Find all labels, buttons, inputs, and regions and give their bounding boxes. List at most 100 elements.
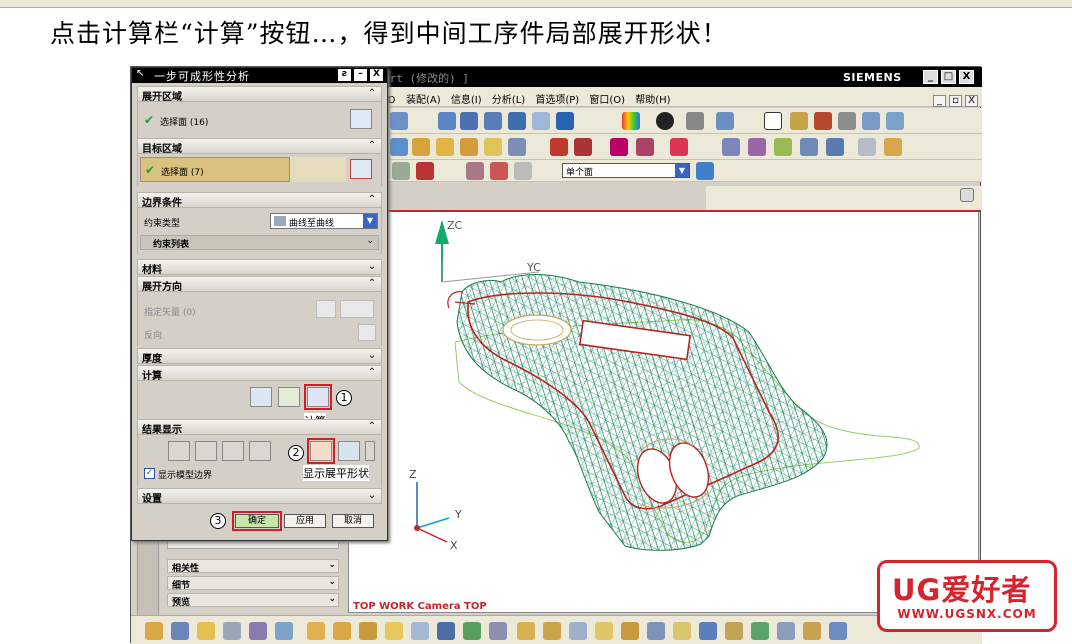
select-all-icon[interactable] — [416, 162, 434, 180]
vector-dialog-icon[interactable] — [316, 300, 336, 318]
toolbar-icon-11[interactable] — [411, 622, 429, 640]
sketch-icon[interactable] — [390, 138, 408, 156]
toolbar-icon-22[interactable] — [699, 622, 717, 640]
show-boundary-checkbox[interactable]: ✓ — [144, 468, 155, 479]
filter-icon[interactable] — [392, 162, 410, 180]
undo-icon[interactable] — [390, 112, 408, 130]
display-mode-icon[interactable] — [656, 112, 674, 130]
toolbar-icon-2[interactable] — [171, 622, 189, 640]
check-mesh-icon[interactable] — [278, 387, 300, 407]
line-icon[interactable] — [550, 138, 568, 156]
boolean-icon[interactable] — [508, 138, 526, 156]
toolbar-icon-1[interactable] — [145, 622, 163, 640]
vector-type-dropdown[interactable] — [340, 300, 374, 318]
panel-toggle-icon[interactable] — [960, 188, 974, 202]
maximize-button[interactable]: □ — [941, 70, 956, 84]
menu-item-assembly[interactable]: 装配(A) — [406, 91, 441, 106]
toolbar-icon-23[interactable] — [725, 622, 743, 640]
section-target-region[interactable]: 目标区域 ⌃ — [137, 138, 382, 155]
menu-item-analysis[interactable]: 分析(L) — [492, 91, 525, 106]
fit-view-icon[interactable] — [438, 112, 456, 130]
menu-item-help[interactable]: 帮助(H) — [635, 91, 670, 106]
mdi-close-button[interactable]: X — [965, 95, 978, 107]
dialog-close-button[interactable]: X — [370, 69, 383, 81]
stress-result-icon[interactable] — [222, 441, 244, 461]
offset-curve-icon[interactable] — [670, 138, 688, 156]
toolbar-icon-25[interactable] — [777, 622, 795, 640]
section-result-display[interactable]: 结果显示 ⌃ — [137, 419, 382, 436]
target-select-highlight[interactable]: ✔ 选择面 (7) — [140, 157, 290, 182]
face-select-icon[interactable] — [350, 109, 372, 129]
snap-icon[interactable] — [814, 112, 832, 130]
arc-icon[interactable] — [574, 138, 592, 156]
zoom-icon[interactable] — [460, 112, 478, 130]
shaded-icon[interactable] — [556, 112, 574, 130]
mesh-icon[interactable] — [250, 387, 272, 407]
springback-result-icon[interactable] — [249, 441, 271, 461]
unfold-select-face[interactable]: 选择面 (16) — [160, 115, 208, 128]
toolbar-icon-3[interactable] — [197, 622, 215, 640]
toolbar-icon-8[interactable] — [333, 622, 351, 640]
point-icon[interactable] — [490, 162, 508, 180]
chevron-down-icon[interactable]: ▼ — [363, 214, 377, 228]
selection-filter-dropdown[interactable]: 单个面 ▼ — [562, 163, 690, 178]
section-boundary-conditions[interactable]: 边界条件 ⌃ — [137, 192, 382, 209]
sweep-icon[interactable] — [774, 138, 792, 156]
mdi-minimize-button[interactable]: _ — [933, 95, 946, 107]
left-panel-item-dependencies[interactable]: 相关性 ⌄ — [167, 559, 339, 574]
section-material[interactable]: 材料 ⌄ — [137, 259, 382, 276]
more-results-icon[interactable] — [365, 441, 375, 461]
toolbar-icon-15[interactable] — [517, 622, 535, 640]
section-settings[interactable]: 设置 ⌄ — [137, 488, 382, 505]
toolbar-icon-20[interactable] — [647, 622, 665, 640]
cube-filter-icon[interactable] — [696, 162, 714, 180]
face-select-icon[interactable] — [350, 159, 372, 179]
section-unfold-region[interactable]: 展开区域 ⌃ — [137, 86, 382, 103]
contour-icon[interactable] — [338, 441, 360, 461]
constraint-list-header[interactable]: 约束列表 ⌄ — [140, 235, 379, 250]
toolbar-icon-4[interactable] — [223, 622, 241, 640]
toolbar-icon-6[interactable] — [275, 622, 293, 640]
toolbar-icon-21[interactable] — [673, 622, 691, 640]
section-compute[interactable]: 计算 ⌃ — [137, 365, 382, 382]
chevron-down-icon[interactable]: ▼ — [675, 164, 689, 177]
thickness-result-icon[interactable] — [168, 441, 190, 461]
hole-icon[interactable] — [484, 138, 502, 156]
extrude-icon[interactable] — [412, 138, 430, 156]
menu-item-preferences[interactable]: 首选项(P) — [535, 91, 579, 106]
dialog-title-bar[interactable]: ↖ 一步可成形性分析 ƨ – X — [132, 68, 387, 83]
dialog-menu-icon[interactable]: ↖ — [136, 68, 144, 79]
strain-result-icon[interactable] — [195, 441, 217, 461]
constraint-type-dropdown[interactable]: 曲线至曲线 ▼ — [270, 213, 378, 229]
measure-icon[interactable] — [838, 112, 856, 130]
menu-item-partial[interactable]: Ɒ — [388, 95, 396, 106]
menu-item-information[interactable]: 信息(I) — [451, 91, 482, 106]
left-panel-item-details[interactable]: 细节 ⌄ — [167, 576, 339, 591]
dialog-collapse-button[interactable]: – — [354, 69, 367, 81]
toolbar-icon-7[interactable] — [307, 622, 325, 640]
reverse-direction-icon[interactable] — [358, 324, 376, 341]
minimize-button[interactable]: _ — [923, 70, 938, 84]
block-icon[interactable] — [460, 138, 478, 156]
surface-icon[interactable] — [722, 138, 740, 156]
color-palette-icon[interactable] — [622, 112, 640, 130]
section-thickness[interactable]: 厚度 ⌄ — [137, 348, 382, 365]
toolbar-icon-26[interactable] — [803, 622, 821, 640]
toolbar-icon-13[interactable] — [463, 622, 481, 640]
revolve-icon[interactable] — [436, 138, 454, 156]
wcs-icon[interactable] — [764, 112, 782, 130]
left-panel-item-preview[interactable]: 预览 ⌄ — [167, 593, 339, 608]
snap-point-icon[interactable] — [466, 162, 484, 180]
toolbar-icon-10[interactable] — [385, 622, 403, 640]
sheet-metal-icon[interactable] — [884, 138, 902, 156]
surface-edit-icon[interactable] — [800, 138, 818, 156]
cancel-button[interactable]: 取消 — [332, 514, 374, 528]
toolbar-icon-18[interactable] — [595, 622, 613, 640]
toolbar-icon-9[interactable] — [359, 622, 377, 640]
toolbar-icon-24[interactable] — [751, 622, 769, 640]
toolbar-icon-17[interactable] — [569, 622, 587, 640]
dialog-reset-button[interactable]: ƨ — [338, 69, 351, 81]
toolbar-icon-5[interactable] — [249, 622, 267, 640]
toolbar-icon-14[interactable] — [489, 622, 507, 640]
rotate-icon[interactable] — [508, 112, 526, 130]
